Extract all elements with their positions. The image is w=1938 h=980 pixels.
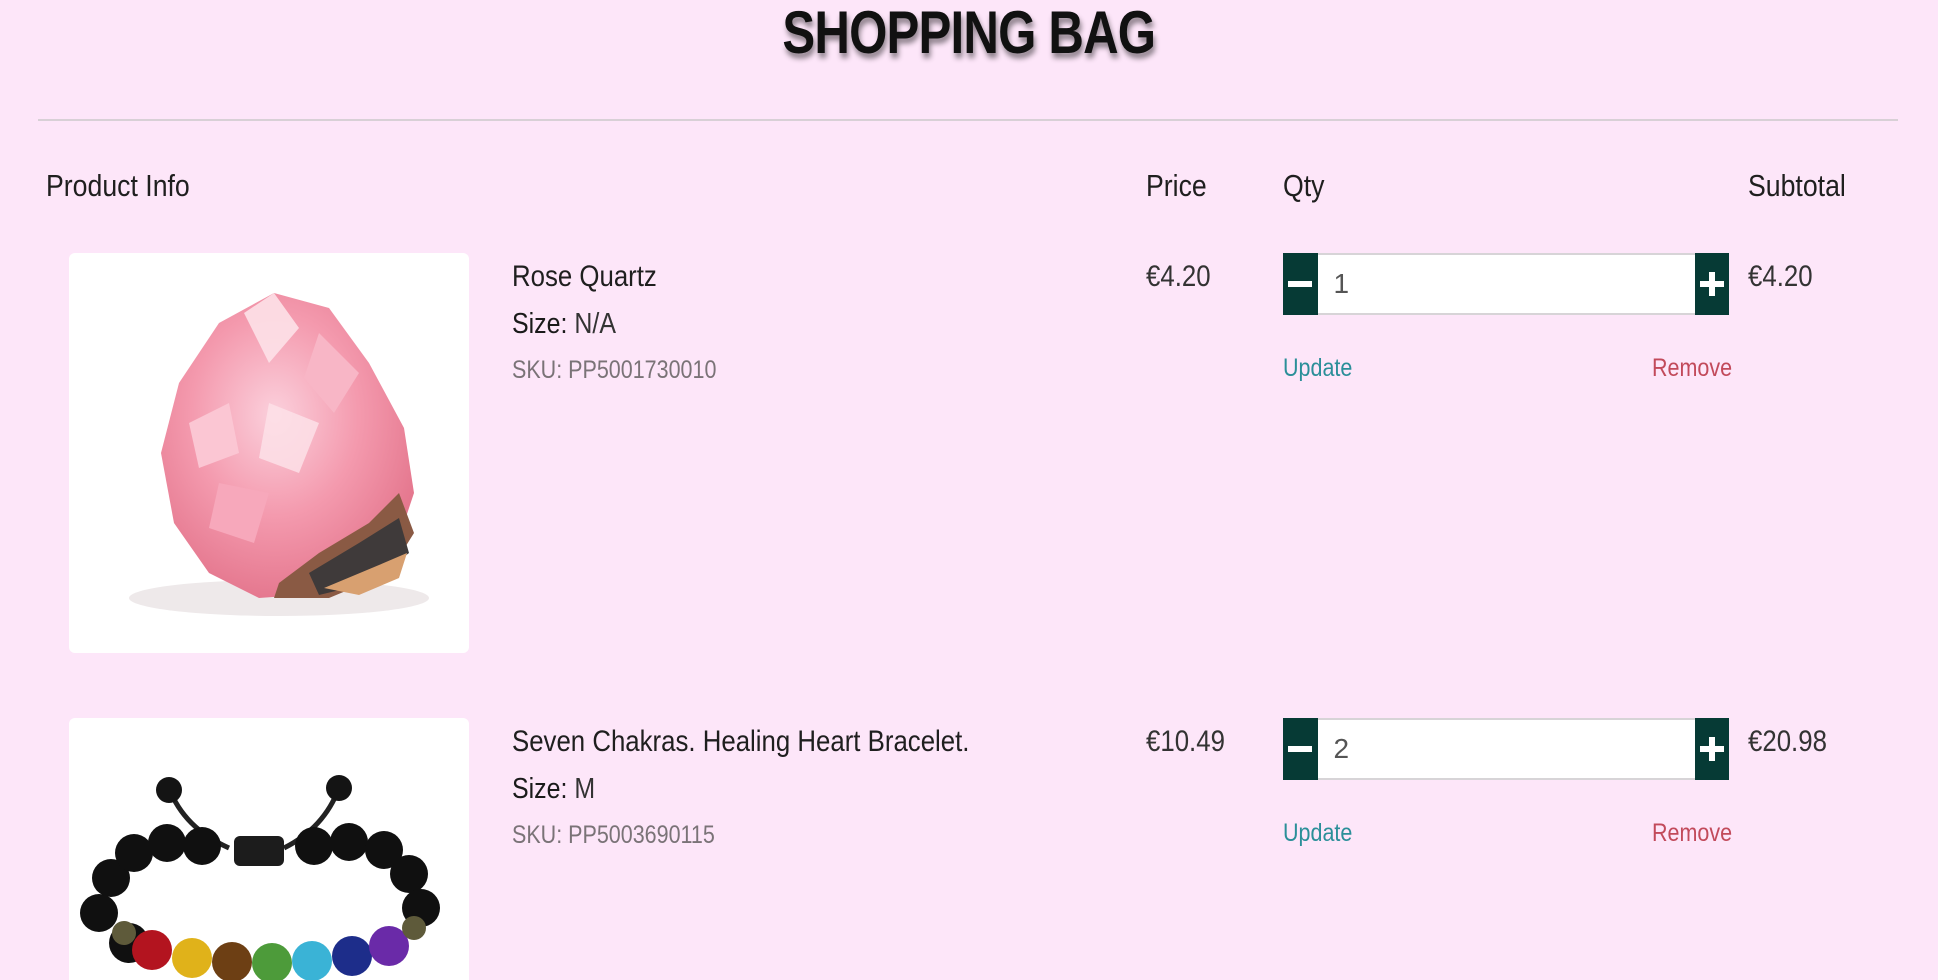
product-size: Size: M	[512, 772, 595, 806]
product-name: Seven Chakras. Healing Heart Bracelet.	[512, 725, 970, 758]
minus-icon	[1288, 281, 1313, 287]
title-divider	[38, 119, 1898, 121]
page-title: SHOPPING BAG	[782, 0, 1156, 66]
bag-item-row: Rose Quartz Size: N/A SKU: PP5001730010 …	[0, 253, 1938, 723]
update-link[interactable]: Update	[1283, 818, 1352, 848]
update-link[interactable]: Update	[1283, 353, 1352, 383]
chakra-bracelet-image	[80, 775, 440, 980]
product-sku: SKU: PP5003690115	[512, 821, 715, 849]
size-value: N/A	[574, 308, 616, 340]
increment-button[interactable]	[1694, 718, 1729, 780]
shopping-bag-page: SHOPPING BAG Product Info Price Qty Subt…	[0, 0, 1938, 980]
quantity-stepper	[1283, 718, 1729, 780]
product-subtotal: €4.20	[1748, 260, 1813, 293]
product-name: Rose Quartz	[512, 260, 657, 293]
product-image-rose-quartz[interactable]	[69, 253, 469, 653]
product-image-chakra-bracelet[interactable]	[69, 718, 469, 980]
plus-icon	[1699, 737, 1724, 761]
plus-icon	[1699, 272, 1724, 296]
remove-link[interactable]: Remove	[1652, 353, 1732, 383]
size-value: M	[574, 773, 596, 805]
header-product-info: Product Info	[46, 168, 190, 203]
product-price: €10.49	[1146, 725, 1225, 758]
product-price: €4.20	[1146, 260, 1211, 293]
quantity-stepper	[1283, 253, 1729, 315]
rose-quartz-image	[129, 293, 429, 616]
product-size: Size: N/A	[512, 307, 616, 341]
decrement-button[interactable]	[1283, 253, 1318, 315]
header-subtotal: Subtotal	[1748, 168, 1846, 203]
header-qty: Qty	[1283, 168, 1325, 203]
increment-button[interactable]	[1694, 253, 1729, 315]
product-sku: SKU: PP5001730010	[512, 356, 717, 384]
size-label: Size:	[512, 308, 568, 340]
header-price: Price	[1146, 168, 1207, 203]
bag-item-row: Seven Chakras. Healing Heart Bracelet. S…	[0, 718, 1938, 980]
minus-icon	[1288, 746, 1313, 752]
remove-link[interactable]: Remove	[1652, 818, 1732, 848]
size-label: Size:	[512, 773, 568, 805]
quantity-input[interactable]	[1317, 718, 1695, 780]
decrement-button[interactable]	[1283, 718, 1318, 780]
product-subtotal: €20.98	[1748, 725, 1827, 758]
quantity-input[interactable]	[1317, 253, 1695, 315]
